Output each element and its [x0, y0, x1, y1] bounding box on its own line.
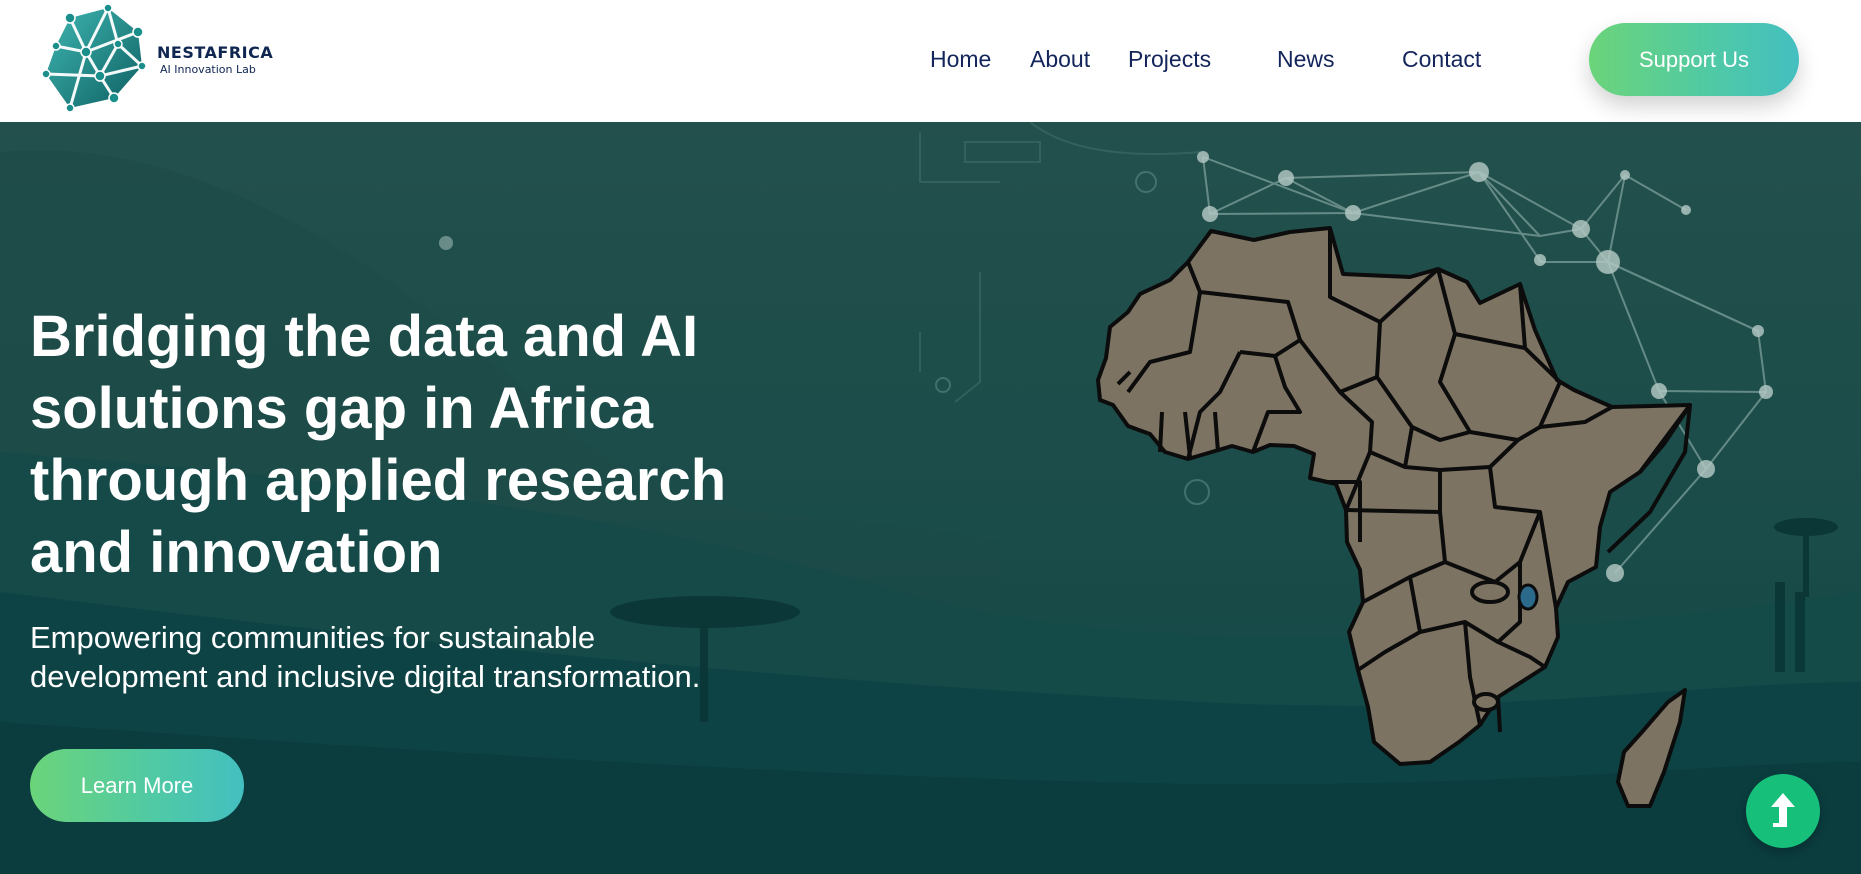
nav-news[interactable]: News	[1277, 46, 1335, 73]
scroll-to-top-button[interactable]	[1746, 774, 1820, 848]
site-logo[interactable]: NESTAFRICA AI Innovation Lab	[40, 4, 273, 112]
nav-about[interactable]: About	[1030, 46, 1090, 73]
hero-title: Bridging the data and AI solutions gap i…	[30, 301, 790, 589]
hero-section: Bridging the data and AI solutions gap i…	[0, 122, 1861, 874]
hero-subtitle: Empowering communities for sustainable d…	[30, 618, 790, 696]
nav-contact[interactable]: Contact	[1402, 46, 1481, 73]
hero-title-line: Bridging the data and AI	[30, 304, 699, 369]
hero-title-line: and innovation	[30, 520, 443, 585]
hero-title-line: through applied research	[30, 448, 727, 513]
nav-home[interactable]: Home	[930, 46, 991, 73]
hero-subtitle-line: development and inclusive digital transf…	[30, 659, 701, 694]
logo-name: NESTAFRICA	[157, 43, 274, 62]
learn-more-button[interactable]: Learn More	[30, 749, 244, 822]
support-us-button[interactable]: Support Us	[1589, 23, 1799, 96]
network-polyhedron-icon	[41, 4, 147, 112]
site-header: NESTAFRICA AI Innovation Lab Home About …	[0, 0, 1861, 122]
hero-title-line: solutions gap in Africa	[30, 376, 654, 441]
logo-tagline: AI Innovation Lab	[160, 63, 256, 76]
hero-subtitle-line: Empowering communities for sustainable	[30, 620, 596, 655]
nav-projects[interactable]: Projects	[1128, 46, 1211, 73]
arrow-up-icon	[1771, 793, 1795, 827]
